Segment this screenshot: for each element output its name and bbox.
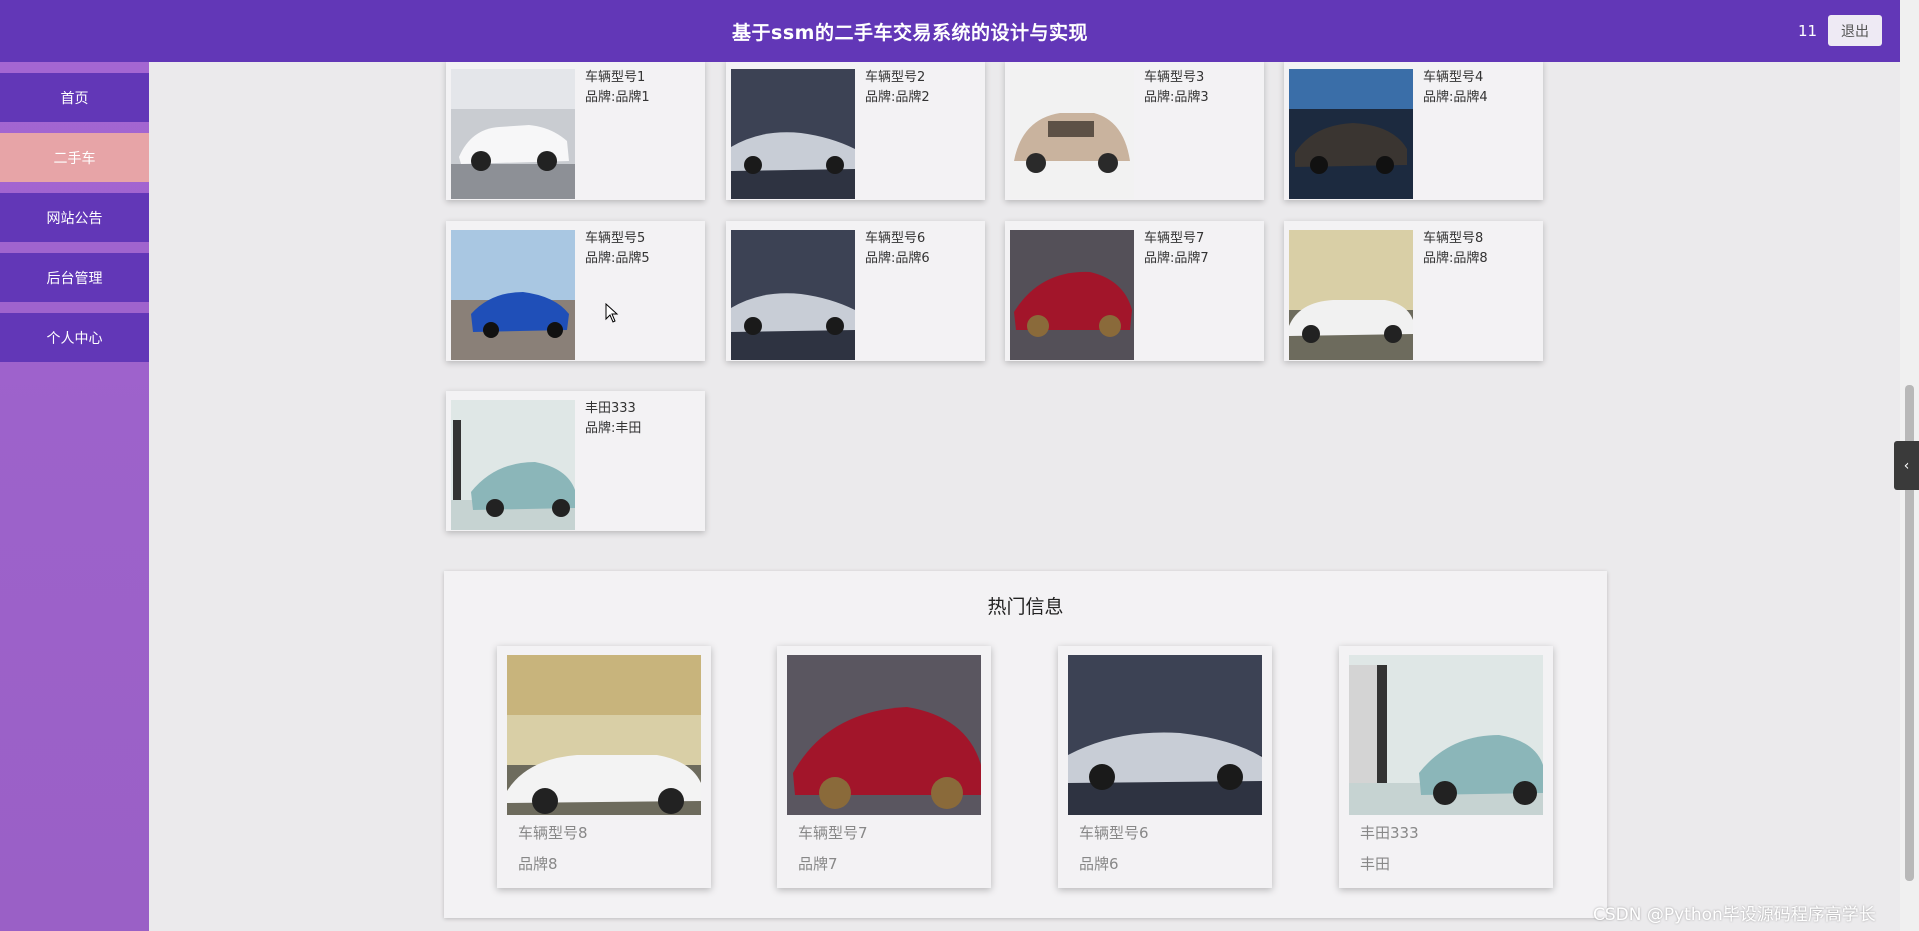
car-card[interactable]: 车辆型号3 品牌:品牌3 xyxy=(1005,60,1264,200)
nav-item-profile[interactable]: 个人中心 xyxy=(0,313,149,362)
car-thumbnail[interactable] xyxy=(451,230,575,360)
site-title: 基于ssm的二手车交易系统的设计与实现 xyxy=(732,22,1088,44)
top-header: 基于ssm的二手车交易系统的设计与实现 11 退出 xyxy=(0,0,1900,62)
car-card[interactable]: 车辆型号1 品牌:品牌1 xyxy=(446,60,705,200)
mouse-cursor-icon xyxy=(605,302,619,327)
car-model: 车辆型号1 xyxy=(585,70,646,85)
hot-card[interactable]: 车辆型号6 品牌6 xyxy=(1058,646,1272,888)
car-thumbnail[interactable] xyxy=(1289,230,1413,360)
hot-info-section: 热门信息 车辆型号8 品牌8 车辆型号7 品牌7 车辆型号6 品牌6 丰田333… xyxy=(444,571,1607,918)
hot-info-title: 热门信息 xyxy=(987,596,1064,618)
nav-item-home[interactable]: 首页 xyxy=(0,73,149,122)
hot-card-model: 车辆型号7 xyxy=(798,824,868,842)
hot-card-model: 丰田333 xyxy=(1360,824,1419,842)
hot-card-image[interactable] xyxy=(787,655,981,815)
car-card[interactable]: 车辆型号2 品牌:品牌2 xyxy=(726,60,985,200)
hot-card[interactable]: 丰田333 丰田 xyxy=(1339,646,1553,888)
watermark: CSDN @Python毕设源码程序高学长 xyxy=(1593,905,1876,925)
nav-item-announcements[interactable]: 网站公告 xyxy=(0,193,149,242)
hot-card[interactable]: 车辆型号8 品牌8 xyxy=(497,646,711,888)
car-brand: 品牌:品牌1 xyxy=(585,90,650,105)
car-thumbnail[interactable] xyxy=(1010,230,1134,360)
car-brand: 品牌:品牌2 xyxy=(865,90,930,105)
car-model: 车辆型号7 xyxy=(1144,231,1205,246)
car-brand: 品牌:品牌5 xyxy=(585,251,650,266)
car-brand: 品牌:品牌7 xyxy=(1144,251,1209,266)
car-thumbnail[interactable] xyxy=(451,400,575,530)
car-model: 车辆型号5 xyxy=(585,231,646,246)
car-model: 车辆型号8 xyxy=(1423,231,1484,246)
chevron-left-icon: ‹ xyxy=(1903,457,1910,474)
hot-card-image[interactable] xyxy=(507,655,701,815)
car-card[interactable]: 车辆型号7 品牌:品牌7 xyxy=(1005,221,1264,361)
car-card[interactable]: 丰田333 品牌:丰田 xyxy=(446,391,705,531)
car-model: 车辆型号6 xyxy=(865,231,926,246)
car-thumbnail[interactable] xyxy=(1010,69,1134,199)
sidebar: 首页 二手车 网站公告 后台管理 个人中心 xyxy=(0,62,149,931)
car-card[interactable]: 车辆型号6 品牌:品牌6 xyxy=(726,221,985,361)
car-thumbnail[interactable] xyxy=(731,230,855,360)
car-brand: 品牌:丰田 xyxy=(585,421,642,436)
car-brand: 品牌:品牌4 xyxy=(1423,90,1488,105)
car-model: 丰田333 xyxy=(585,401,636,416)
hot-card-image[interactable] xyxy=(1068,655,1262,815)
hot-card-brand: 品牌7 xyxy=(798,855,838,873)
hot-card-brand: 品牌8 xyxy=(518,855,558,873)
hot-card-image[interactable] xyxy=(1349,655,1543,815)
nav-item-used-cars[interactable]: 二手车 xyxy=(0,133,149,182)
car-card[interactable]: 车辆型号5 品牌:品牌5 xyxy=(446,221,705,361)
car-model: 车辆型号4 xyxy=(1423,70,1484,85)
hot-card-brand: 品牌6 xyxy=(1079,855,1119,873)
car-model: 车辆型号2 xyxy=(865,70,926,85)
hot-card[interactable]: 车辆型号7 品牌7 xyxy=(777,646,991,888)
car-model: 车辆型号3 xyxy=(1144,70,1205,85)
side-panel-toggle[interactable]: ‹ xyxy=(1894,441,1919,490)
hot-card-model: 车辆型号8 xyxy=(518,824,588,842)
car-thumbnail[interactable] xyxy=(1289,69,1413,199)
car-card[interactable]: 车辆型号8 品牌:品牌8 xyxy=(1284,221,1543,361)
car-brand: 品牌:品牌8 xyxy=(1423,251,1488,266)
nav-item-admin[interactable]: 后台管理 xyxy=(0,253,149,302)
logout-button[interactable]: 退出 xyxy=(1828,15,1882,46)
hot-card-model: 车辆型号6 xyxy=(1079,824,1149,842)
username-label: 11 xyxy=(1798,22,1818,40)
hot-card-brand: 丰田 xyxy=(1360,855,1391,873)
car-brand: 品牌:品牌3 xyxy=(1144,90,1209,105)
car-thumbnail[interactable] xyxy=(731,69,855,199)
car-card[interactable]: 车辆型号4 品牌:品牌4 xyxy=(1284,60,1543,200)
car-thumbnail[interactable] xyxy=(451,69,575,199)
car-brand: 品牌:品牌6 xyxy=(865,251,930,266)
